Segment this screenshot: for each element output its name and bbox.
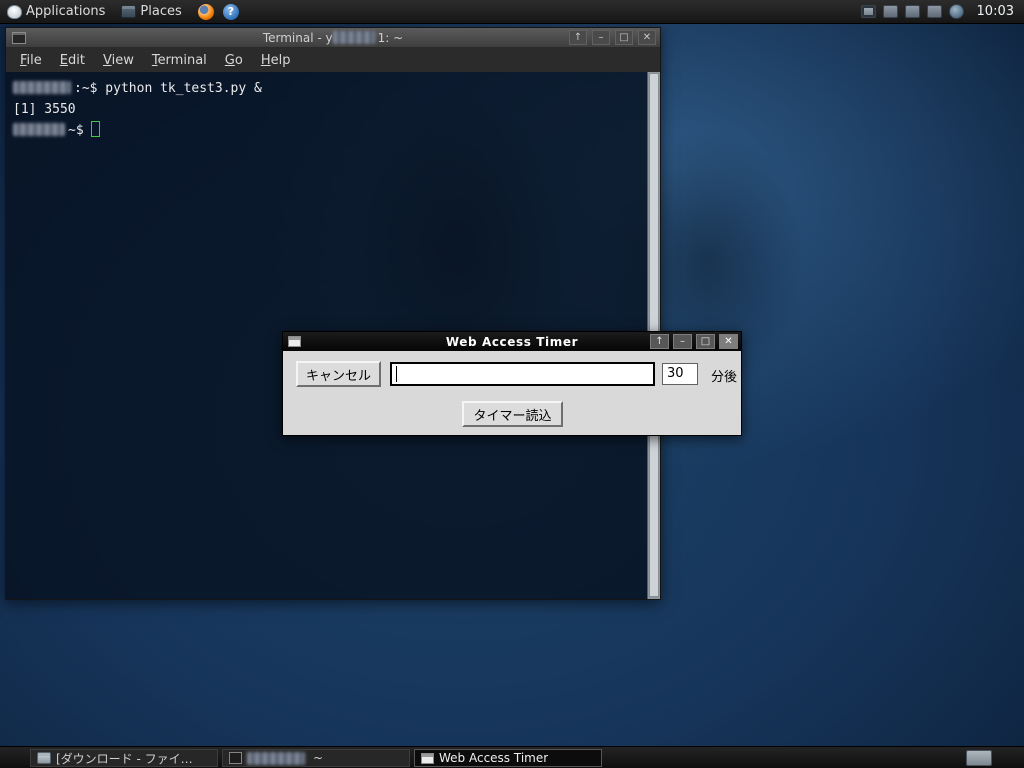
- taskbar-item-label: ~: [313, 751, 324, 765]
- text-caret: [396, 366, 397, 382]
- terminal-app-icon: [12, 31, 26, 44]
- cancel-button[interactable]: キャンセル: [296, 361, 381, 387]
- globe-icon[interactable]: [948, 4, 964, 19]
- taskbar-item-label: Web Access Timer: [439, 751, 549, 765]
- top-panel: Applications Places ? 10:03: [0, 0, 1024, 24]
- terminal-window: Terminal - y 1: ~ ↑ – □ ✕ File Edit View …: [5, 27, 661, 600]
- shade-button[interactable]: ↑: [569, 30, 587, 45]
- window-icon: [288, 336, 301, 347]
- close-button[interactable]: ✕: [719, 334, 738, 349]
- censored-text: [332, 30, 375, 44]
- menu-terminal[interactable]: Terminal: [143, 53, 216, 68]
- terminal-title-prefix: Terminal - y: [262, 30, 333, 45]
- media-icon[interactable]: [926, 5, 942, 18]
- terminal-line: :~$ python tk_test3.py &: [13, 78, 640, 99]
- terminal-menubar: File Edit View Terminal Go Help: [6, 48, 660, 72]
- close-button[interactable]: ✕: [638, 30, 656, 45]
- menu-edit[interactable]: Edit: [51, 53, 94, 68]
- window-icon: [421, 752, 434, 764]
- users-icon[interactable]: [882, 5, 898, 18]
- system-tray: 10:03: [860, 4, 1024, 19]
- shade-button[interactable]: ↑: [650, 334, 669, 349]
- terminal-window-buttons: ↑ – □ ✕: [569, 30, 656, 45]
- taskbar-item-terminal[interactable]: ~: [222, 749, 410, 767]
- terminal-cursor: [90, 121, 100, 137]
- timer-body: キャンセル 30 分後 タイマー読込: [283, 351, 741, 435]
- places-menu[interactable]: Places: [136, 4, 185, 19]
- timer-titlebar[interactable]: Web Access Timer ↑ – □ ✕: [283, 332, 741, 351]
- applications-menu[interactable]: Applications: [22, 4, 109, 19]
- shell-command: :~$ python tk_test3.py &: [74, 81, 262, 96]
- places-icon[interactable]: [121, 5, 137, 18]
- show-desktop-button[interactable]: [966, 750, 992, 766]
- censored-text: [247, 751, 305, 765]
- censored-text: [13, 81, 71, 94]
- clock[interactable]: 10:03: [977, 4, 1014, 19]
- terminal-line: [1] 3550: [13, 102, 76, 117]
- file-manager-icon: [37, 752, 51, 764]
- taskbar-item-label: [ダウンロード - ファイ…: [56, 751, 193, 766]
- censored-text: [13, 123, 65, 136]
- menu-file[interactable]: File: [11, 53, 51, 68]
- taskbar-item-file-manager[interactable]: [ダウンロード - ファイ…: [30, 749, 218, 767]
- menu-view[interactable]: View: [94, 53, 143, 68]
- timer-window: Web Access Timer ↑ – □ ✕ キャンセル 30 分後 タイマ…: [282, 331, 742, 436]
- minimize-button[interactable]: –: [592, 30, 610, 45]
- minimize-button[interactable]: –: [673, 334, 692, 349]
- menu-help[interactable]: Help: [252, 53, 300, 68]
- minutes-input[interactable]: 30: [662, 363, 698, 385]
- maximize-button[interactable]: □: [696, 334, 715, 349]
- taskbar-item-web-access-timer[interactable]: Web Access Timer: [414, 749, 602, 767]
- network-icon[interactable]: [904, 5, 920, 18]
- load-timer-button[interactable]: タイマー読込: [462, 401, 563, 427]
- taskbar: [ダウンロード - ファイ… ~ Web Access Timer: [0, 746, 1024, 768]
- maximize-button[interactable]: □: [615, 30, 633, 45]
- firefox-launcher-icon[interactable]: [197, 3, 214, 20]
- menu-go[interactable]: Go: [216, 53, 252, 68]
- terminal-icon: [229, 752, 242, 764]
- help-launcher-icon[interactable]: ?: [222, 3, 239, 20]
- terminal-titlebar[interactable]: Terminal - y 1: ~ ↑ – □ ✕: [6, 28, 660, 48]
- terminal-line: ~$: [13, 120, 640, 141]
- terminal-title-suffix: 1: ~: [377, 30, 404, 45]
- shell-prompt: ~$: [68, 123, 84, 138]
- timer-window-buttons: ↑ – □ ✕: [650, 334, 738, 349]
- display-icon[interactable]: [860, 5, 876, 18]
- xfce-menu-icon[interactable]: [7, 4, 22, 19]
- terminal-title: Terminal - y 1: ~: [6, 30, 660, 45]
- url-input[interactable]: [390, 362, 655, 386]
- minutes-label: 分後: [711, 370, 738, 385]
- desktop-wallpaper: Applications Places ? 10:03 Terminal - y…: [0, 0, 1024, 768]
